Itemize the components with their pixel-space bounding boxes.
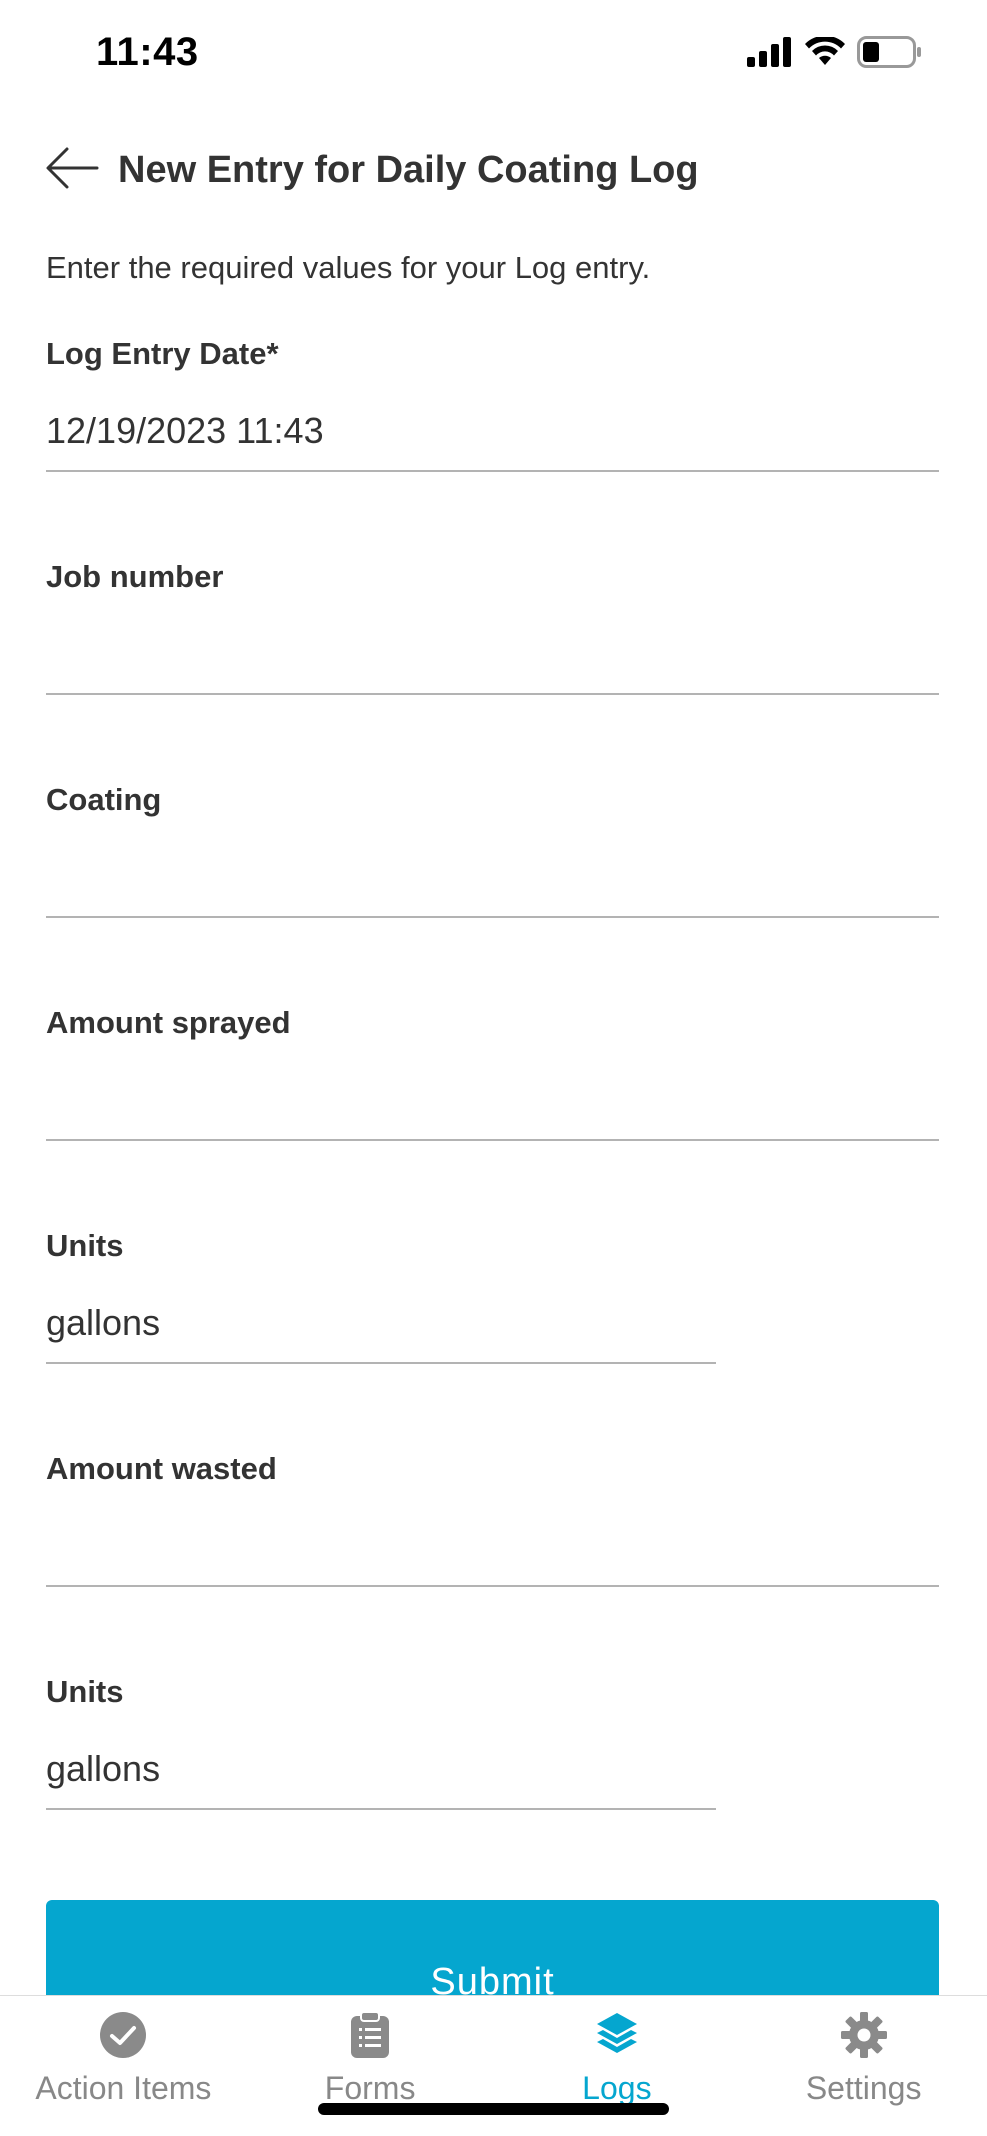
tab-forms[interactable]: Forms <box>247 1996 494 2136</box>
status-icons <box>747 35 923 73</box>
status-bar: 11:43 <box>0 0 987 110</box>
page-title: New Entry for Daily Coating Log <box>118 148 699 191</box>
tab-label: Logs <box>582 2070 652 2106</box>
field-label: Job number <box>46 559 224 594</box>
arrow-left-icon <box>45 146 99 195</box>
job-number-input[interactable] <box>46 615 939 695</box>
field-log-entry-date: Log Entry Date* <box>46 330 939 553</box>
tab-label: Forms <box>324 2070 416 2106</box>
tab-logs[interactable]: Logs <box>494 1996 741 2136</box>
field-label: Log Entry Date* <box>46 336 279 371</box>
tab-label: Settings <box>805 2070 922 2106</box>
cellular-signal-icon <box>747 37 793 72</box>
battery-icon <box>857 36 923 73</box>
coating-input[interactable] <box>46 838 939 918</box>
status-time: 11:43 <box>96 30 199 74</box>
sprayed-units-input[interactable] <box>46 1284 716 1364</box>
tab-label: Action Items <box>35 2070 212 2106</box>
amount-wasted-input[interactable] <box>46 1507 939 1587</box>
field-amount-sprayed: Amount sprayed <box>46 999 939 1222</box>
tab-settings[interactable]: Settings <box>740 1996 987 2136</box>
gear-icon <box>839 2010 889 2060</box>
field-sprayed-units: Units <box>46 1222 939 1445</box>
clipboard-icon <box>345 2010 395 2060</box>
check-circle-icon <box>98 2010 148 2060</box>
log-entry-date-input[interactable] <box>46 392 939 472</box>
back-button[interactable] <box>44 142 100 198</box>
home-indicator <box>318 2103 669 2115</box>
field-coating: Coating <box>46 776 939 999</box>
field-label: Units <box>46 1674 124 1709</box>
amount-sprayed-input[interactable] <box>46 1061 939 1141</box>
field-label: Amount wasted <box>46 1451 277 1486</box>
field-amount-wasted: Amount wasted <box>46 1445 939 1668</box>
field-wasted-units: Units <box>46 1668 939 1891</box>
field-job-number: Job number <box>46 553 939 776</box>
wifi-icon <box>805 35 845 72</box>
field-label: Amount sprayed <box>46 1005 291 1040</box>
wasted-units-input[interactable] <box>46 1730 716 1810</box>
page-header: New Entry for Daily Coating Log <box>44 140 943 200</box>
field-label: Coating <box>46 782 162 817</box>
log-entry-form: Log Entry Date* Job number Coating Amoun… <box>46 330 939 1891</box>
tab-action-items[interactable]: Action Items <box>0 1996 247 2136</box>
field-label: Units <box>46 1228 124 1263</box>
intro-text: Enter the required values for your Log e… <box>46 250 651 285</box>
layers-icon <box>592 2010 642 2060</box>
